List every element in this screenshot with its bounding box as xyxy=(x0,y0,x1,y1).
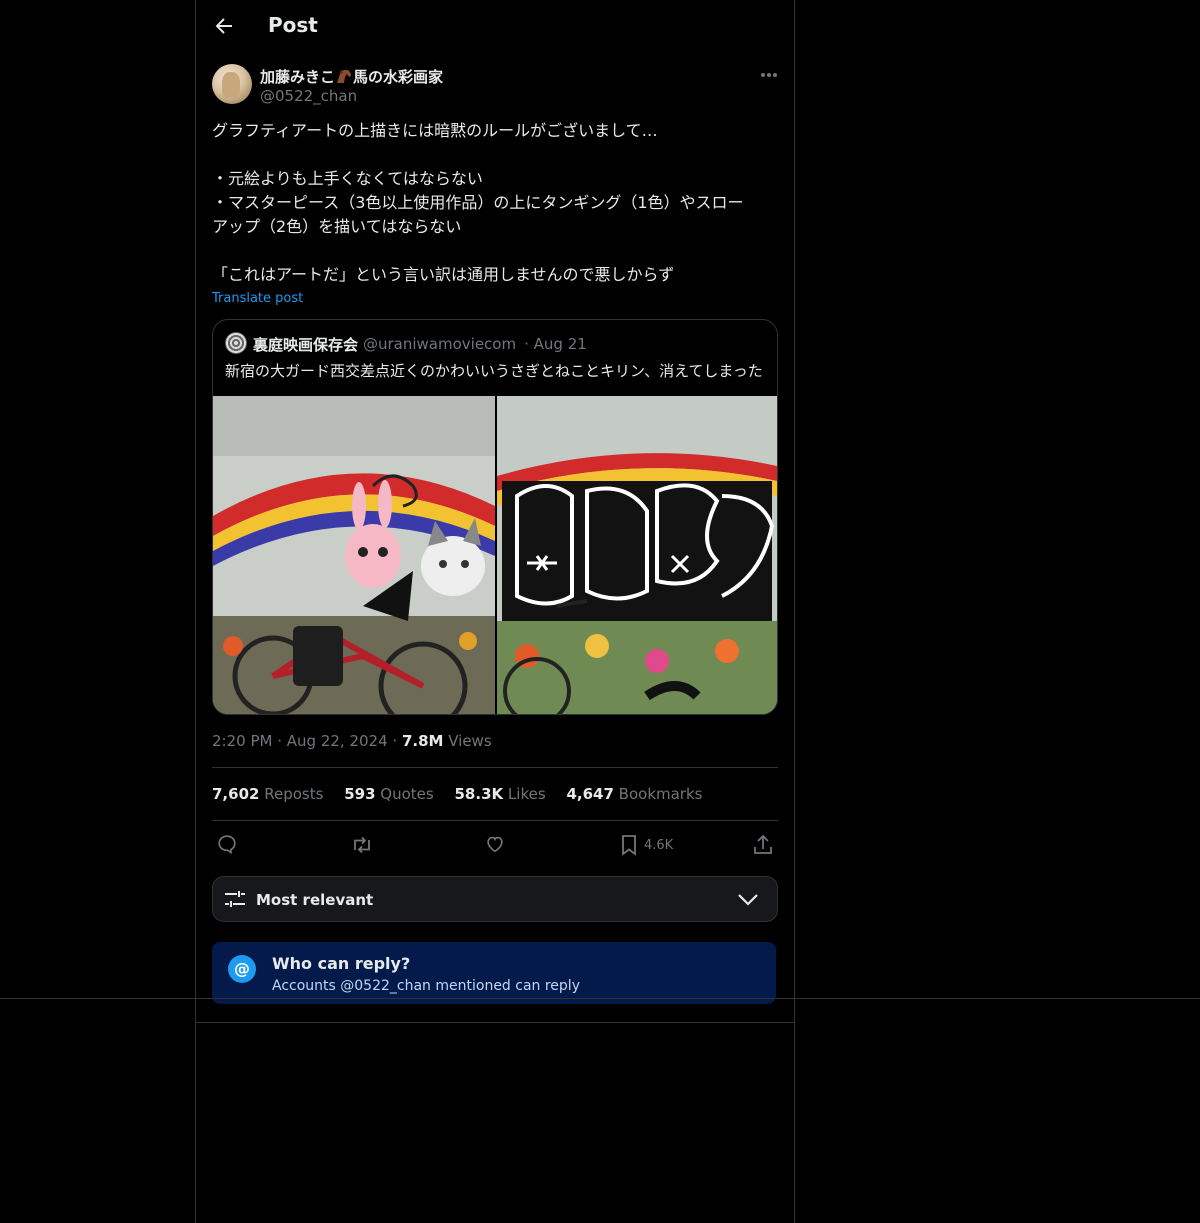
bookmarks-stat[interactable]: 4,647 Bookmarks xyxy=(566,785,702,803)
like-button[interactable] xyxy=(484,833,506,857)
author-name-row[interactable]: 加藤みきこ 馬の水彩画家 xyxy=(260,66,443,87)
quoted-image-2[interactable] xyxy=(497,396,777,714)
sort-label: Most relevant xyxy=(256,891,374,909)
views-label: Views xyxy=(448,732,492,750)
reply-restriction-notice: @ Who can reply? Accounts @0522_chan men… xyxy=(212,942,776,1004)
at-icon: @ xyxy=(228,955,256,983)
bookmark-icon xyxy=(622,835,636,856)
share-icon xyxy=(754,834,772,854)
post-time[interactable]: 2:20 PM xyxy=(212,732,272,750)
post-line: ・マスターピース（3色以上使用作品）の上にタンギング（1色）やスロー xyxy=(212,193,744,212)
horse-emoji-icon xyxy=(335,68,353,84)
author-name: 加藤みきこ xyxy=(260,68,336,86)
sliders-icon xyxy=(225,891,245,907)
quoted-date: · Aug 21 xyxy=(524,335,587,353)
quoted-image-1[interactable] xyxy=(213,396,495,714)
repost-button[interactable] xyxy=(350,833,374,857)
more-options-button[interactable] xyxy=(756,65,782,85)
page-separator xyxy=(0,998,1200,999)
back-button[interactable] xyxy=(212,14,236,38)
translate-post-link[interactable]: Translate post xyxy=(212,291,303,306)
author-handle[interactable]: @0522_chan xyxy=(260,87,357,105)
page-header: Post xyxy=(196,0,794,53)
post-meta: 2:20 PM · Aug 22, 2024 · 7.8M Views xyxy=(212,732,492,750)
reply-sort-dropdown[interactable]: Most relevant xyxy=(212,876,778,922)
divider xyxy=(212,767,778,768)
post-date[interactable]: Aug 22, 2024 xyxy=(287,732,388,750)
reply-restriction-title: Who can reply? xyxy=(272,954,411,973)
divider xyxy=(212,820,778,821)
quoted-post[interactable]: 裏庭映画保存会 @uraniwamoviecom · Aug 21 新宿の大ガー… xyxy=(212,319,778,715)
post-line: グラフティアートの上描きには暗黙のルールがございまして… xyxy=(212,121,658,140)
quoted-text: 新宿の大ガード西交差点近くのかわいいうさぎとねことキリン、消えてしまった xyxy=(225,362,763,380)
likes-stat[interactable]: 58.3K Likes xyxy=(455,785,546,803)
reply-button[interactable] xyxy=(216,833,238,857)
page-title: Post xyxy=(268,13,318,37)
post-line: アップ（2色）を描いてはならない xyxy=(212,217,462,236)
reply-restriction-subtitle: Accounts @0522_chan mentioned can reply xyxy=(272,978,580,994)
engagement-stats: 7,602 Reposts 593 Quotes 58.3K Likes 4,6… xyxy=(212,785,718,803)
post-line: 「これはアートだ」という言い訳は通用しませんので悪しからず xyxy=(212,265,675,284)
chevron-down-icon xyxy=(738,894,758,906)
quotes-stat[interactable]: 593 Quotes xyxy=(344,785,434,803)
arrow-left-icon xyxy=(215,18,232,34)
author-name-suffix: 馬の水彩画家 xyxy=(353,68,444,86)
bookmark-count: 4.6K xyxy=(644,838,674,853)
comment-icon xyxy=(218,835,236,855)
bookmark-button[interactable] xyxy=(618,833,640,857)
quoted-avatar xyxy=(225,332,247,354)
quoted-author-handle: @uraniwamoviecom xyxy=(363,335,517,353)
primary-column: Post 加藤みきこ 馬の水彩画家 @0522_chan グラフティアートの上描き… xyxy=(195,0,795,1223)
quoted-author-name: 裏庭映画保存会 xyxy=(253,336,359,354)
share-button[interactable] xyxy=(752,833,774,857)
post-text: グラフティアートの上描きには暗黙のルールがございまして… ・元絵よりも上手くなく… xyxy=(212,119,778,287)
divider xyxy=(196,1022,794,1023)
avatar[interactable] xyxy=(212,64,252,104)
views-count: 7.8M xyxy=(401,732,444,750)
more-horizontal-icon xyxy=(761,73,777,77)
heart-icon xyxy=(487,836,503,853)
post-line: ・元絵よりも上手くなくてはならない xyxy=(212,169,483,188)
repost-icon xyxy=(354,836,370,854)
reposts-stat[interactable]: 7,602 Reposts xyxy=(212,785,323,803)
